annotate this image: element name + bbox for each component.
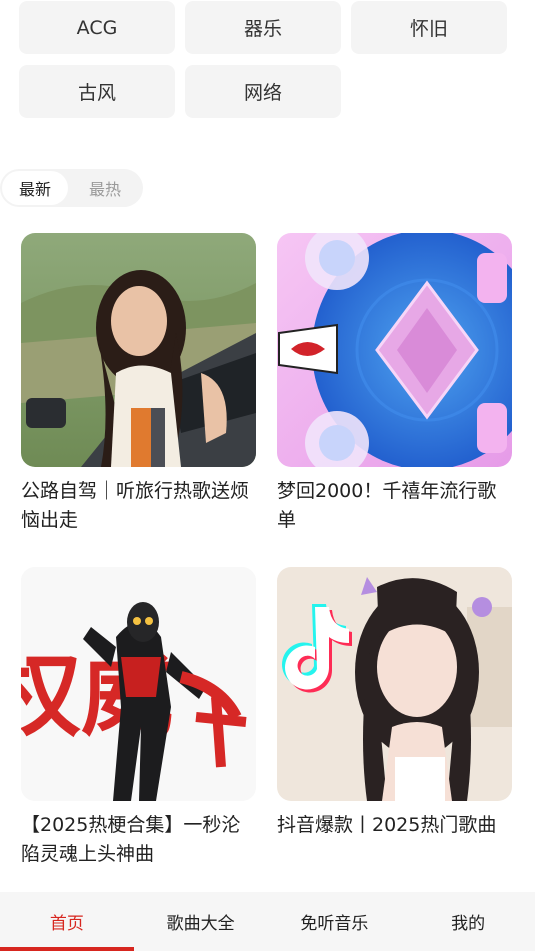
tag-acg[interactable]: ACG xyxy=(19,1,175,54)
playlist-title[interactable]: 抖音爆款丨2025热门歌曲 xyxy=(277,811,512,840)
y2k-abstract-image[interactable] xyxy=(277,233,512,467)
sort-latest-button[interactable]: 最新 xyxy=(2,171,68,205)
bottom-nav: 首页 歌曲大全 免听音乐 我的 xyxy=(0,892,535,951)
playlist-title[interactable]: 【2025热梗合集】一秒沦陷灵魂上头神曲 xyxy=(21,811,256,869)
nav-home[interactable]: 首页 xyxy=(0,892,134,951)
playlist-card[interactable]: 公路自驾｜听旅行热歌送烦恼出走 xyxy=(21,233,256,535)
portrait-roadtrip-image[interactable] xyxy=(21,233,256,467)
playlist-card[interactable]: 梦回2000！千禧年流行歌单 xyxy=(277,233,512,535)
nav-free-music[interactable]: 免听音乐 xyxy=(268,892,402,951)
tag-nostalgic[interactable]: 怀旧 xyxy=(351,1,507,54)
tag-internet[interactable]: 网络 xyxy=(185,65,341,118)
nav-song-library[interactable]: 歌曲大全 xyxy=(134,892,268,951)
tiktok-girl-image[interactable] xyxy=(277,567,512,801)
tag-instrumental[interactable]: 器乐 xyxy=(185,1,341,54)
sort-toggle: 最新 最热 xyxy=(0,169,143,207)
tag-ancient-style[interactable]: 古风 xyxy=(19,65,175,118)
ultraman-calligraphy-image[interactable]: 权威 xyxy=(21,567,256,801)
playlist-title[interactable]: 梦回2000！千禧年流行歌单 xyxy=(277,477,512,535)
nav-mine[interactable]: 我的 xyxy=(401,892,535,951)
sort-hottest-button[interactable]: 最热 xyxy=(72,171,138,205)
playlist-card[interactable]: 权威 【2025热梗合集】一秒沦陷灵魂上头神曲 xyxy=(21,567,256,869)
playlist-card[interactable]: 抖音爆款丨2025热门歌曲 xyxy=(277,567,512,840)
playlist-title[interactable]: 公路自驾｜听旅行热歌送烦恼出走 xyxy=(21,477,256,535)
